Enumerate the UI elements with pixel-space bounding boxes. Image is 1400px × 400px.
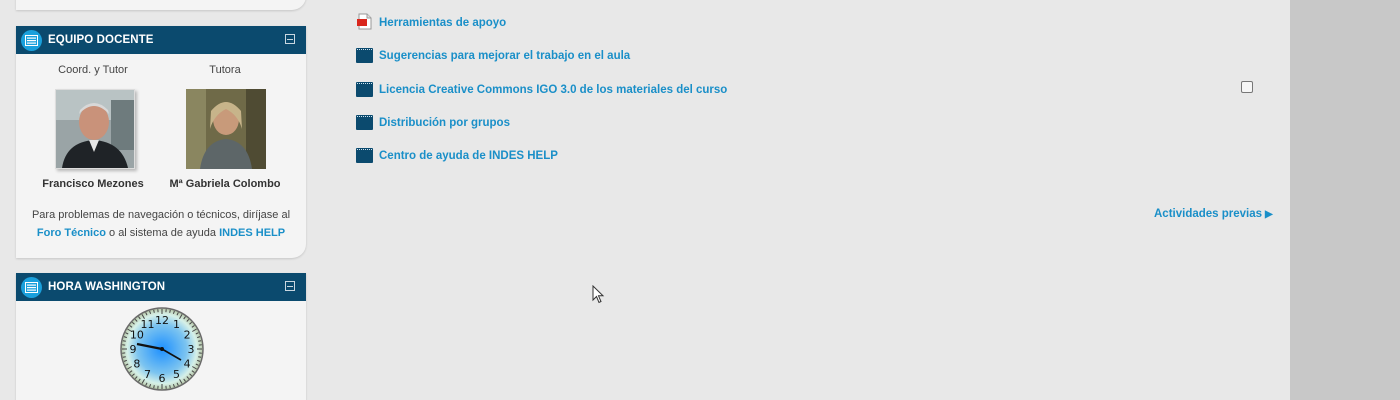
help-text: Para problemas de navegación o técnicos,…	[16, 206, 306, 242]
clock-tick	[169, 385, 171, 389]
block-list-icon	[21, 276, 42, 298]
collapse-icon[interactable]	[285, 34, 295, 44]
clock-tick	[169, 309, 171, 313]
resource-item[interactable]: Centro de ayuda de INDES HELP	[356, 148, 558, 163]
clock-number: 11	[141, 318, 155, 331]
previous-activities-label[interactable]: Actividades previas	[1154, 208, 1262, 220]
clock-block: HORA WASHINGTON 12 1 2 3 4 5 6 7 8 9 10 11	[16, 273, 306, 400]
teacher-photo-coordinator	[55, 89, 135, 169]
clock-number: 2	[184, 329, 191, 342]
arrow-right-icon: ▶	[1265, 208, 1273, 220]
analog-clock: 12 1234567891011	[120, 307, 204, 391]
previous-activities-link[interactable]: Actividades previas ▶	[1154, 208, 1273, 220]
clock-number: 8	[133, 358, 140, 371]
folder-icon	[356, 82, 373, 97]
clock-number: 1	[173, 318, 180, 331]
clock-number: 4	[184, 358, 191, 371]
teacher-photo-tutor	[186, 89, 266, 169]
teacher-name: Francisco Mezones	[42, 178, 144, 190]
teacher-card-tutor: Tutora	[155, 64, 295, 76]
clock-block-title: HORA WASHINGTON	[48, 281, 166, 293]
previous-block-bottom	[16, 0, 306, 10]
clock-number: 5	[173, 368, 180, 381]
clock-number: 3	[188, 343, 195, 356]
help-text-prefix: Para problemas de navegación o técnicos,…	[31, 209, 291, 221]
resource-item[interactable]: Licencia Creative Commons IGO 3.0 de los…	[356, 82, 727, 97]
folder-icon	[356, 48, 373, 63]
block-list-icon	[21, 29, 42, 51]
teacher-name: Mª Gabriela Colombo	[169, 178, 281, 190]
forum-link[interactable]: Foro Técnico	[37, 227, 106, 239]
clock-tick	[198, 356, 202, 358]
right-gutter	[1290, 0, 1400, 400]
clock-tick	[153, 309, 155, 313]
resource-item[interactable]: Distribución por grupos	[356, 115, 510, 130]
resource-label[interactable]: Licencia Creative Commons IGO 3.0 de los…	[379, 84, 727, 96]
teacher-role: Coord. y Tutor	[58, 64, 128, 76]
teachers-block-title: EQUIPO DOCENTE	[48, 34, 154, 46]
resource-label[interactable]: Herramientas de apoyo	[379, 17, 506, 29]
clock-tick	[122, 340, 126, 342]
clock-number: 7	[144, 368, 151, 381]
completion-checkbox[interactable]	[1241, 81, 1253, 93]
folder-icon	[356, 115, 373, 130]
resource-item[interactable]: Herramientas de apoyo	[356, 13, 506, 30]
teachers-block-header: EQUIPO DOCENTE	[16, 26, 306, 54]
help-text-middle: o al sistema de ayuda	[109, 227, 217, 239]
resource-label[interactable]: Sugerencias para mejorar el trabajo en e…	[379, 50, 630, 62]
resource-label[interactable]: Distribución por grupos	[379, 117, 510, 129]
indes-help-link[interactable]: INDES HELP	[219, 227, 285, 239]
resource-label[interactable]: Centro de ayuda de INDES HELP	[379, 150, 558, 162]
clock-number: 6	[159, 372, 166, 385]
mouse-pointer-icon	[592, 285, 605, 304]
pdf-icon	[356, 13, 373, 30]
clock-number: 12	[155, 314, 169, 327]
resource-item[interactable]: Sugerencias para mejorar el trabajo en e…	[356, 48, 630, 63]
clock-block-header: HORA WASHINGTON	[16, 273, 306, 301]
teacher-role: Tutora	[209, 64, 241, 76]
clock-tick	[122, 356, 126, 358]
teacher-card-coordinator: Coord. y Tutor	[23, 64, 163, 76]
folder-icon	[356, 148, 373, 163]
teachers-block: EQUIPO DOCENTE Coord. y Tutor Francisco …	[16, 26, 306, 258]
clock-tick	[153, 385, 155, 389]
collapse-icon[interactable]	[285, 281, 295, 291]
clock-number: 9	[130, 343, 137, 356]
clock-tick	[198, 340, 202, 342]
